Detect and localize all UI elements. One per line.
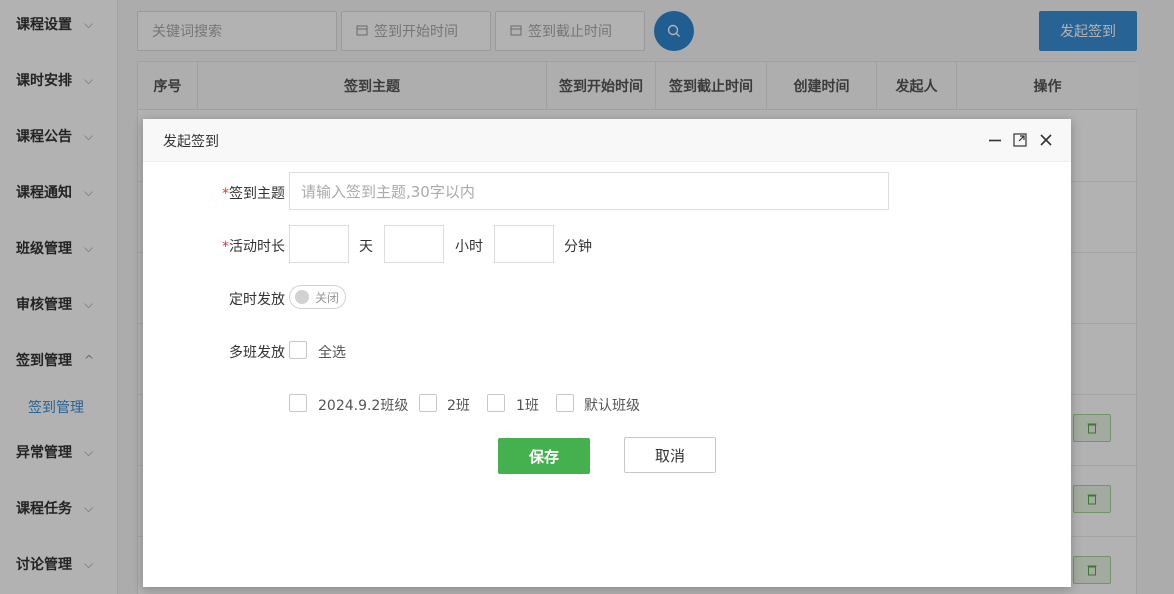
class-label: 默认班级: [584, 398, 640, 414]
minimize-icon[interactable]: [984, 129, 1006, 151]
launch-checkin-modal: 发起签到 *签到主题 请输入签到主题,30字以内 *活动时长 天 小时 分钟 定…: [143, 119, 1071, 587]
class-label: 2班: [447, 398, 470, 414]
topic-label-text: 签到主题: [229, 186, 285, 202]
modal-title: 发起签到: [163, 134, 219, 150]
modal-header: 发起签到: [143, 119, 1071, 162]
duration-hour-input[interactable]: [384, 225, 444, 263]
duration-day-input[interactable]: [289, 225, 349, 263]
toggle-state: 关闭: [315, 290, 340, 305]
unit-day: 天: [359, 239, 373, 255]
class-checkbox[interactable]: [419, 394, 437, 412]
class-label: 2024.9.2班级: [318, 398, 409, 414]
unit-hour: 小时: [455, 239, 483, 255]
close-icon[interactable]: [1035, 129, 1057, 151]
select-all-label: 全选: [318, 345, 346, 361]
class-checkbox[interactable]: [487, 394, 505, 412]
class-checkbox[interactable]: [556, 394, 574, 412]
class-label: 1班: [516, 398, 539, 414]
multi-class-label: 多班发放: [229, 345, 285, 361]
topic-placeholder: 请输入签到主题,30字以内: [301, 182, 475, 201]
timed-release-toggle[interactable]: 关闭: [289, 285, 346, 309]
topic-input[interactable]: 请输入签到主题,30字以内: [289, 172, 889, 210]
select-all-checkbox[interactable]: [289, 341, 307, 359]
duration-label-text: 活动时长: [229, 239, 285, 255]
cancel-button[interactable]: 取消: [624, 437, 716, 473]
toggle-knob: [295, 290, 309, 304]
class-checkbox[interactable]: [289, 394, 307, 412]
save-button[interactable]: 保存: [498, 438, 590, 474]
duration-label: *活动时长: [195, 236, 285, 256]
topic-label: *签到主题: [195, 183, 285, 203]
required-mark: *: [222, 239, 229, 255]
unit-minute: 分钟: [564, 239, 592, 255]
required-mark: *: [222, 186, 229, 202]
duration-minute-input[interactable]: [494, 225, 554, 263]
timed-release-label: 定时发放: [229, 292, 285, 308]
maximize-icon[interactable]: [1009, 129, 1031, 151]
